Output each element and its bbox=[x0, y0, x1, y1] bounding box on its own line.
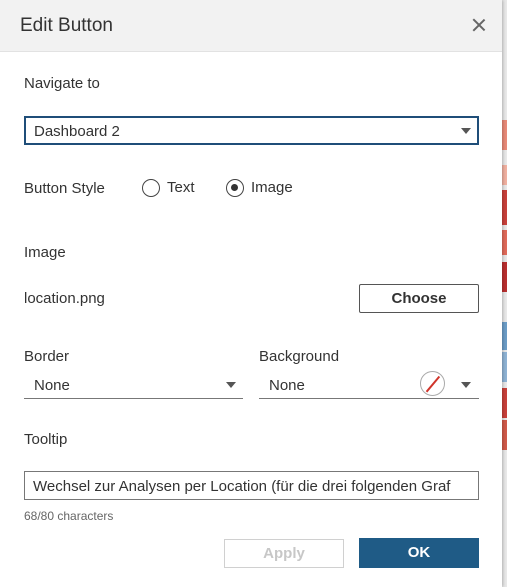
close-icon[interactable] bbox=[470, 16, 488, 34]
chevron-down-icon bbox=[461, 382, 471, 388]
background-select[interactable]: None bbox=[259, 372, 479, 399]
radio-text-label[interactable]: Text bbox=[167, 179, 195, 196]
navigate-to-select[interactable]: Dashboard 2 bbox=[24, 116, 479, 145]
dialog-title: Edit Button bbox=[20, 15, 113, 36]
no-color-swatch-icon[interactable] bbox=[420, 371, 445, 396]
border-value: None bbox=[34, 377, 70, 394]
edit-button-dialog: Edit Button Navigate to Dashboard 2 Butt… bbox=[0, 0, 502, 587]
border-select[interactable]: None bbox=[24, 372, 243, 399]
swatch-slash bbox=[425, 375, 440, 393]
image-label: Image bbox=[24, 244, 66, 261]
dialog-titlebar: Edit Button bbox=[0, 0, 502, 52]
radio-text[interactable] bbox=[142, 179, 160, 197]
background-value: None bbox=[269, 377, 305, 394]
tooltip-label: Tooltip bbox=[24, 431, 68, 448]
radio-selected-dot bbox=[231, 184, 238, 191]
tooltip-value: Wechsel zur Analysen per Location (für d… bbox=[33, 478, 451, 495]
background-label: Background bbox=[259, 348, 340, 365]
ok-button[interactable]: OK bbox=[359, 538, 479, 568]
navigate-to-label: Navigate to bbox=[24, 75, 100, 92]
button-style-label: Button Style bbox=[24, 180, 105, 197]
navigate-to-value: Dashboard 2 bbox=[34, 123, 120, 140]
apply-button[interactable]: Apply bbox=[224, 539, 344, 568]
chevron-down-icon bbox=[226, 382, 236, 388]
border-label: Border bbox=[24, 348, 70, 365]
choose-image-button[interactable]: Choose bbox=[359, 284, 479, 313]
character-count: 68/80 characters bbox=[24, 509, 114, 523]
tooltip-input[interactable]: Wechsel zur Analysen per Location (für d… bbox=[24, 471, 479, 500]
radio-image[interactable] bbox=[226, 179, 244, 197]
chevron-down-icon bbox=[461, 128, 471, 134]
radio-image-label[interactable]: Image bbox=[251, 179, 293, 196]
image-filename: location.png bbox=[24, 290, 105, 307]
